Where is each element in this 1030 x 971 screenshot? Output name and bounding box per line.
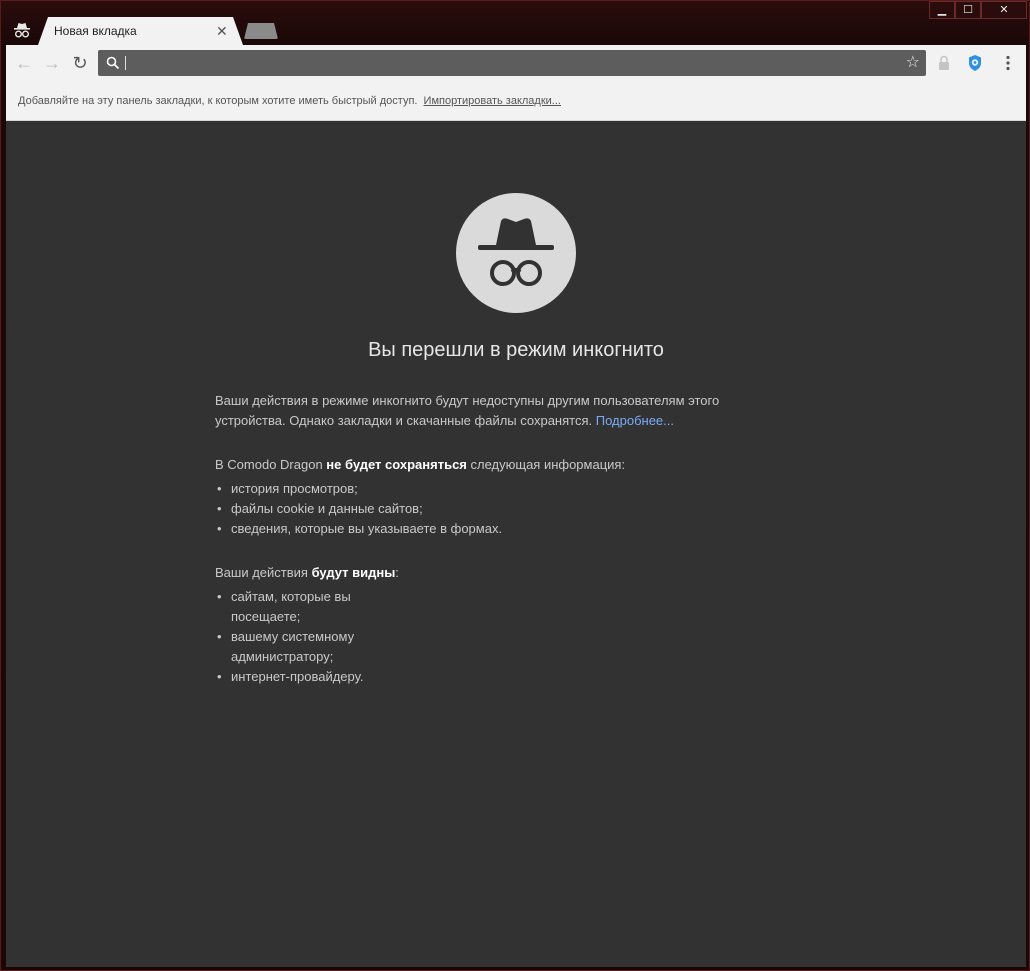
list-item: файлы cookie и данные сайтов;: [215, 499, 785, 519]
tab-new-tab[interactable]: Новая вкладка ✕: [38, 17, 243, 45]
search-icon: [106, 56, 120, 70]
close-window-button[interactable]: ✕: [981, 1, 1027, 19]
list-item: сведения, которые вы указываете в формах…: [215, 519, 785, 539]
toolbar: ← → ↻ ☆: [6, 45, 1026, 81]
maximize-button[interactable]: ☐: [955, 1, 981, 19]
import-bookmarks-link[interactable]: Импортировать закладки...: [424, 95, 561, 107]
visible-heading: Ваши действия будут видны:: [215, 563, 785, 583]
incognito-badge-icon: [14, 23, 30, 38]
visible-prefix: Ваши действия: [215, 565, 312, 580]
not-saved-list: история просмотров; файлы cookie и данны…: [215, 479, 785, 539]
incognito-page: Вы перешли в режим инкогнито Ваши действ…: [6, 121, 1026, 967]
tab-title: Новая вкладка: [54, 24, 137, 38]
reload-button[interactable]: ↻: [68, 51, 92, 75]
bookmarks-bar-message: Добавляйте на эту панель закладки, к кот…: [18, 95, 418, 107]
not-saved-prefix: В Comodo Dragon: [215, 457, 327, 472]
minimize-button[interactable]: ▁: [929, 1, 955, 19]
new-tab-button[interactable]: [244, 23, 278, 39]
not-saved-bold: не будет сохраняться: [326, 457, 467, 472]
browser-window: Новая вкладка ✕ ▁ ☐ ✕ ← → ↻ ☆ Добавляйте…: [0, 0, 1030, 971]
incognito-spy-icon: [478, 218, 554, 286]
tab-close-icon[interactable]: ✕: [216, 23, 228, 40]
window-controls: ▁ ☐ ✕: [929, 1, 1027, 19]
back-button[interactable]: ←: [12, 51, 36, 75]
page-title: Вы перешли в режим инкогнито: [368, 339, 664, 361]
incognito-intro-paragraph: Ваши действия в режиме инкогнито будут н…: [215, 391, 785, 431]
list-item: вашему системному администратору;: [215, 627, 415, 667]
lock-icon[interactable]: [934, 53, 954, 73]
address-input-caret[interactable]: [125, 56, 126, 70]
bookmarks-bar: Добавляйте на эту панель закладки, к кот…: [6, 81, 1026, 121]
menu-dots-icon[interactable]: [998, 53, 1018, 73]
list-item: история просмотров;: [215, 479, 785, 499]
dragon-shield-icon[interactable]: [965, 53, 985, 73]
forward-button[interactable]: →: [40, 51, 64, 75]
address-bar[interactable]: ☆: [98, 50, 926, 76]
incognito-logo: [456, 193, 576, 313]
list-item: сайтам, которые вы посещаете;: [215, 587, 415, 627]
list-item: интернет-провайдеру.: [215, 667, 415, 687]
visible-to-list: сайтам, которые вы посещаете; вашему сис…: [215, 587, 415, 687]
title-bar: Новая вкладка ✕ ▁ ☐ ✕: [1, 1, 1029, 45]
visible-bold: будут видны: [311, 565, 396, 580]
not-saved-suffix: следующая информация:: [466, 457, 626, 472]
bookmark-star-icon[interactable]: ☆: [906, 52, 920, 72]
visible-suffix: :: [395, 565, 399, 580]
not-saved-heading: В Comodo Dragon не будет сохраняться сле…: [215, 455, 785, 475]
learn-more-link[interactable]: Подробнее...: [596, 413, 674, 428]
bookmarks-bar-message-row: Добавляйте на эту панель закладки, к кот…: [18, 95, 561, 107]
